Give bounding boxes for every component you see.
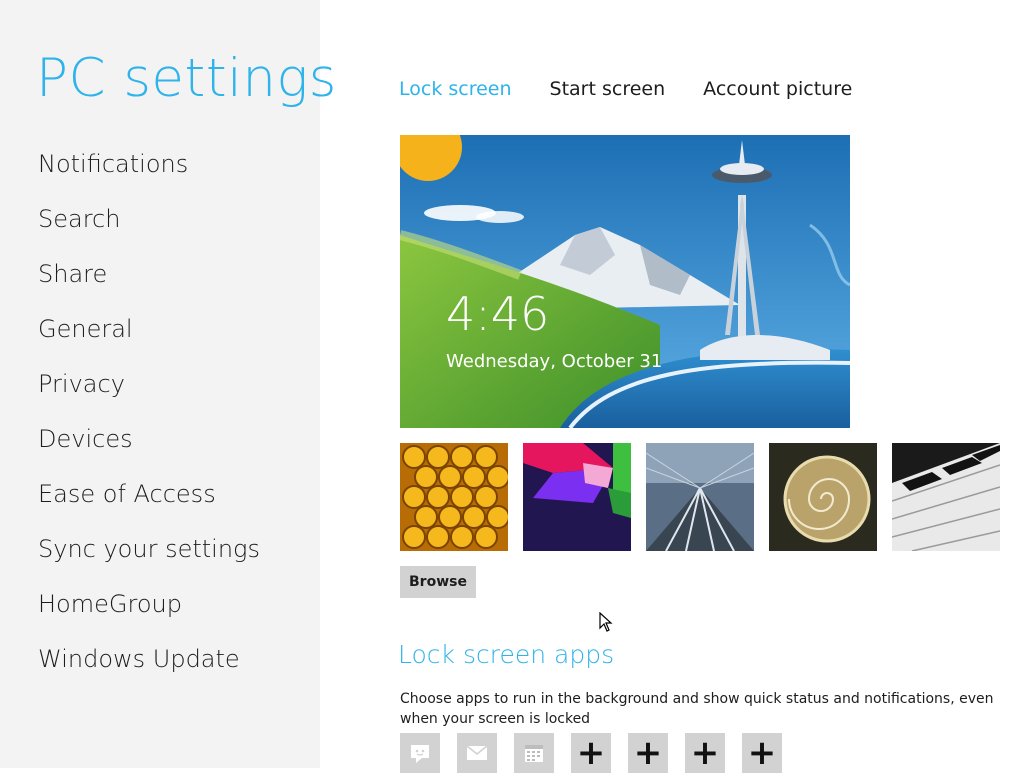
sidebar-item-ease-of-access[interactable]: Ease of Access: [38, 473, 260, 528]
sidebar-item-windows-update[interactable]: Windows Update: [38, 638, 260, 693]
thumbnail-nautilus[interactable]: [769, 443, 877, 551]
sidebar-item-privacy[interactable]: Privacy: [38, 363, 260, 418]
tab-account-picture[interactable]: Account picture: [703, 78, 852, 100]
tab-bar: Lock screen Start screen Account picture: [399, 78, 890, 100]
lock-app-slot-messaging[interactable]: [400, 733, 440, 773]
background-thumbnails: [400, 443, 1000, 551]
sidebar-item-share[interactable]: Share: [38, 253, 260, 308]
sidebar-item-sync-settings[interactable]: Sync your settings: [38, 528, 260, 583]
add-lock-app-button[interactable]: +: [628, 733, 668, 773]
app-title: PC settings: [36, 48, 337, 109]
messaging-icon: [411, 745, 429, 763]
lock-screen-app-slots: + + + +: [400, 733, 799, 773]
lock-screen-preview-image: [400, 135, 850, 428]
lock-screen-apps-title: Lock screen apps: [398, 640, 615, 669]
lock-app-slot-mail[interactable]: [457, 733, 497, 773]
lock-screen-preview: 4:46 Wednesday, October 31: [400, 135, 850, 428]
sidebar: PC settings Notifications Search Share G…: [0, 0, 336, 768]
sidebar-item-notifications[interactable]: Notifications: [38, 143, 260, 198]
sidebar-item-homegroup[interactable]: HomeGroup: [38, 583, 260, 638]
thumbnail-piano[interactable]: [892, 443, 1000, 551]
add-lock-app-button[interactable]: +: [742, 733, 782, 773]
lock-screen-date: Wednesday, October 31: [446, 351, 663, 372]
main-content: Lock screen Start screen Account picture: [320, 0, 1024, 773]
sidebar-item-search[interactable]: Search: [38, 198, 260, 253]
browse-button[interactable]: Browse: [400, 566, 476, 598]
thumbnail-honeycomb[interactable]: [400, 443, 508, 551]
add-lock-app-button[interactable]: +: [571, 733, 611, 773]
sidebar-nav: Notifications Search Share General Priva…: [38, 143, 260, 693]
lock-screen-time: 4:46: [446, 287, 550, 341]
mouse-cursor-icon: [599, 612, 613, 632]
mail-icon: [466, 745, 488, 760]
thumbnail-geometric[interactable]: [523, 443, 631, 551]
calendar-icon: [525, 745, 543, 762]
sidebar-item-devices[interactable]: Devices: [38, 418, 260, 473]
tab-start-screen[interactable]: Start screen: [550, 78, 666, 100]
lock-app-slot-calendar[interactable]: [514, 733, 554, 773]
thumbnail-tunnel[interactable]: [646, 443, 754, 551]
tab-lock-screen[interactable]: Lock screen: [399, 78, 512, 100]
lock-screen-apps-description: Choose apps to run in the background and…: [400, 691, 994, 727]
add-lock-app-button[interactable]: +: [685, 733, 725, 773]
sidebar-item-general[interactable]: General: [38, 308, 260, 363]
